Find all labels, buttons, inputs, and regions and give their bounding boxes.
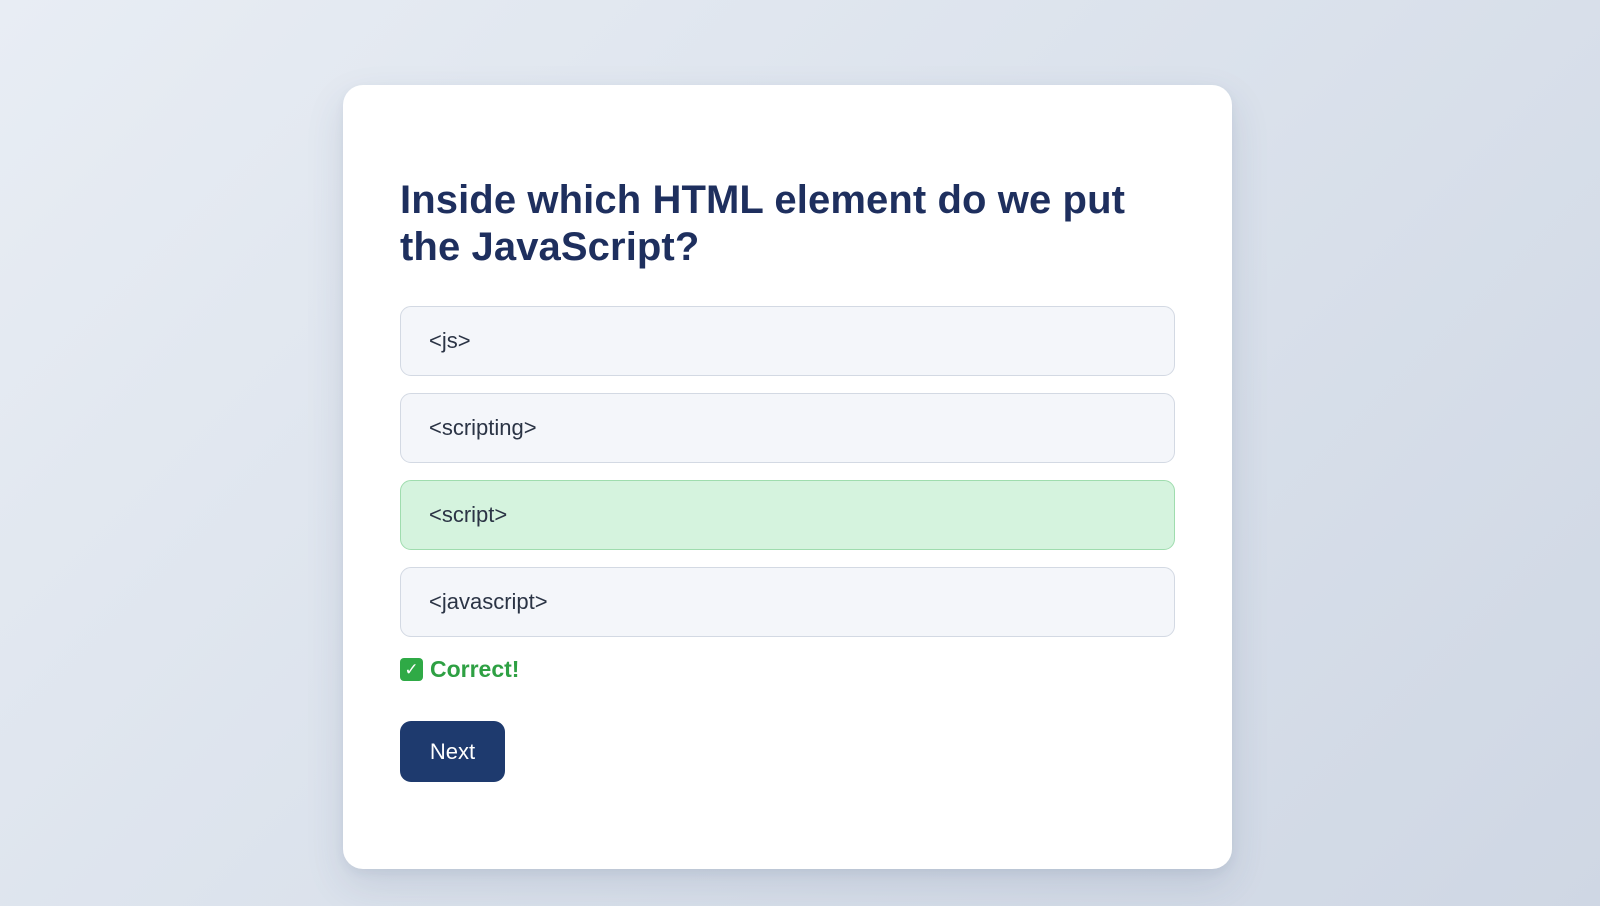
answer-option-label: <js> — [429, 328, 471, 353]
answer-option-javascript[interactable]: <javascript> — [400, 567, 1175, 637]
answer-options: <js> <scripting> <script> <javascript> — [400, 306, 1175, 637]
quiz-card: Inside which HTML element do we put the … — [343, 85, 1232, 869]
check-mark-icon: ✓ — [400, 658, 423, 681]
answer-option-scripting[interactable]: <scripting> — [400, 393, 1175, 463]
answer-option-js[interactable]: <js> — [400, 306, 1175, 376]
feedback-text: Correct! — [430, 656, 520, 682]
question-title: Inside which HTML element do we put the … — [400, 178, 1126, 269]
feedback-message: ✓ Correct! — [400, 656, 1175, 683]
answer-option-script-correct[interactable]: <script> — [400, 480, 1175, 550]
answer-option-label: <script> — [429, 502, 508, 527]
answer-option-label: <javascript> — [429, 589, 548, 614]
next-button[interactable]: Next — [400, 721, 505, 782]
answer-option-label: <scripting> — [429, 415, 537, 440]
